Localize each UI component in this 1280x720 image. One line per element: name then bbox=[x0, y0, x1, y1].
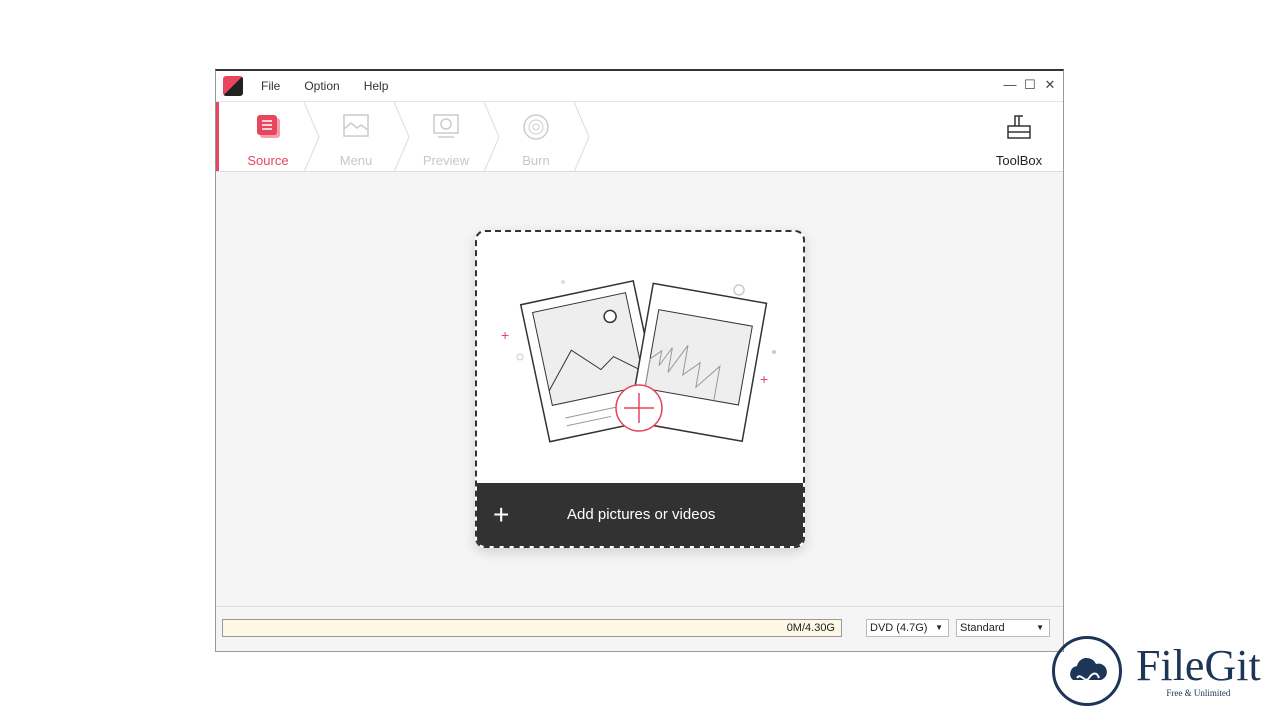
toolbox-icon bbox=[1007, 115, 1031, 139]
dropdown-arrow-icon: ▼ bbox=[935, 623, 943, 632]
disc-type-select[interactable]: DVD (4.7G) ▼ bbox=[866, 619, 949, 637]
maximize-button[interactable]: ☐ bbox=[1023, 77, 1037, 93]
menu-help[interactable]: Help bbox=[358, 79, 395, 93]
step-bar: Source Menu Preview Burn ToolBox bbox=[216, 101, 1063, 172]
quality-value: Standard bbox=[960, 622, 1005, 634]
close-button[interactable]: ✕ bbox=[1043, 77, 1057, 93]
capacity-bar: 0M/4.30G bbox=[222, 619, 842, 637]
quality-select[interactable]: Standard ▼ bbox=[956, 619, 1050, 637]
filegit-watermark: FileGit Free & Unlimited bbox=[1052, 636, 1261, 706]
step-label: Preview bbox=[422, 153, 470, 168]
preview-icon bbox=[433, 114, 459, 138]
disc-type-value: DVD (4.7G) bbox=[870, 622, 928, 634]
step-preview[interactable]: Preview bbox=[401, 102, 491, 172]
media-illustration: ++ bbox=[501, 279, 776, 443]
step-burn[interactable]: Burn bbox=[491, 102, 581, 172]
add-media-button[interactable]: + Add pictures or videos bbox=[477, 483, 803, 546]
add-media-label: Add pictures or videos bbox=[567, 506, 716, 523]
filegit-name: FileGit bbox=[1136, 641, 1261, 690]
minimize-button[interactable]: — bbox=[1003, 77, 1017, 93]
plus-icon: + bbox=[493, 498, 510, 530]
step-source[interactable]: Source bbox=[223, 102, 313, 172]
toolbox-label: ToolBox bbox=[995, 153, 1043, 168]
svg-text:+: + bbox=[501, 327, 509, 343]
status-bar: 0M/4.30G DVD (4.7G) ▼ Standard ▼ bbox=[216, 606, 1063, 651]
step-label: Source bbox=[247, 153, 289, 168]
menu-file[interactable]: File bbox=[255, 79, 286, 93]
title-bar: File Option Help — ☐ ✕ bbox=[216, 71, 1063, 101]
app-window: File Option Help — ☐ ✕ Source Menu Previ… bbox=[215, 69, 1064, 652]
step-menu[interactable]: Menu bbox=[311, 102, 401, 172]
toolbox-button[interactable]: ToolBox bbox=[993, 102, 1045, 168]
step-label: Menu bbox=[339, 153, 373, 168]
menu-image-icon bbox=[343, 114, 369, 137]
source-icon bbox=[257, 115, 280, 138]
step-label: Burn bbox=[522, 153, 550, 168]
dropdown-arrow-icon: ▼ bbox=[1036, 623, 1044, 632]
drop-zone[interactable]: + + + Add pictures or videos bbox=[475, 230, 805, 548]
app-logo-icon bbox=[223, 76, 243, 96]
filegit-logo-icon bbox=[1052, 636, 1122, 706]
svg-text:+: + bbox=[760, 371, 768, 387]
disc-icon bbox=[523, 114, 549, 140]
menu-option[interactable]: Option bbox=[298, 79, 345, 93]
